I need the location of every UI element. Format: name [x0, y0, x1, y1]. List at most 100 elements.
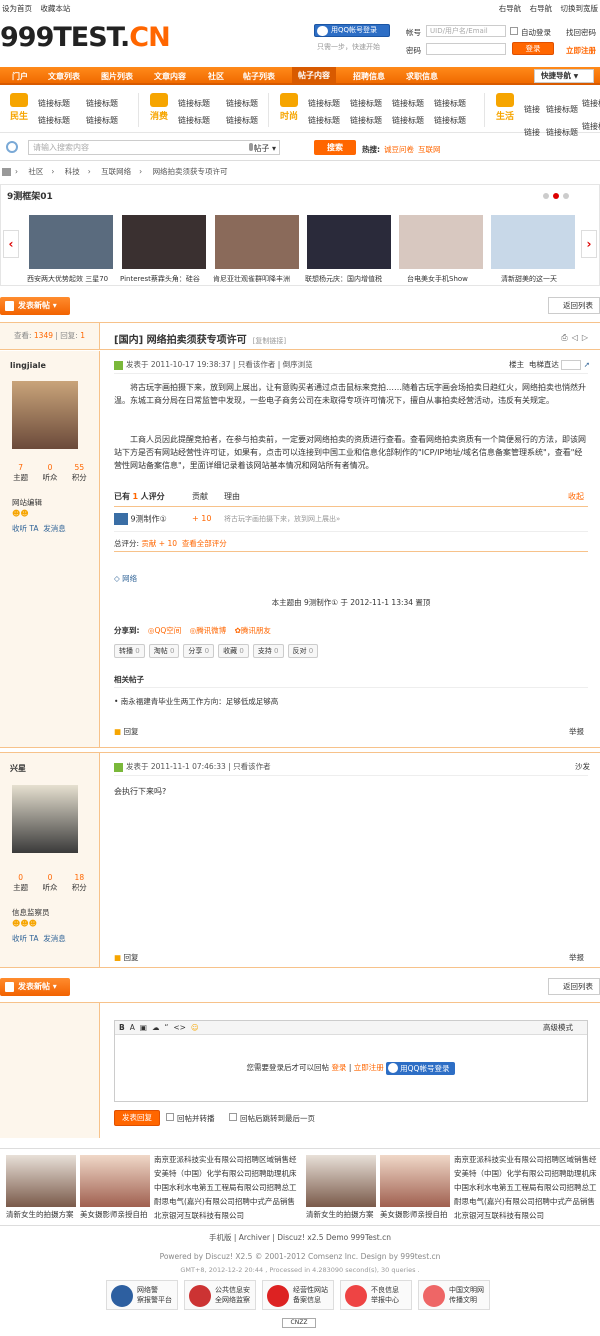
category-link[interactable]: 链接 — [524, 101, 546, 118]
login-link[interactable]: 登录 — [331, 1063, 346, 1072]
message-link[interactable]: 发消息 — [43, 524, 66, 533]
collect-thread-button[interactable]: 淘帖 0 — [148, 644, 180, 658]
account-input[interactable]: UID/用户名/Email — [426, 25, 506, 37]
prev-thread-icon[interactable]: ◁ — [572, 333, 582, 342]
carousel-caption[interactable]: Pinterest蔡霖头角：硅谷 — [120, 274, 210, 284]
ad-text-links[interactable]: 南京亚派科技实业有限公司招聘区域销售经安美特（中国）化学有限公司招聘助理机床中国… — [454, 1153, 600, 1225]
author-name[interactable]: 兴星 — [10, 763, 26, 774]
rater-avatar[interactable] — [114, 513, 128, 525]
category-link[interactable]: 链接标题 — [226, 112, 274, 129]
category-link[interactable]: 链接标题 — [308, 112, 350, 129]
carousel-dot-active[interactable] — [553, 193, 559, 199]
link-tool[interactable]: ☁ — [152, 1023, 160, 1032]
category-link[interactable]: 链接标题 — [38, 112, 86, 129]
carousel-caption[interactable]: 西安两大优势起效 三星70 — [27, 274, 117, 284]
category-link[interactable]: 链接标题 — [350, 95, 392, 112]
submit-reply-button[interactable]: 发表回复 — [114, 1110, 160, 1126]
search-button[interactable]: 搜索 — [314, 140, 356, 155]
civilization-badge[interactable]: 中国文明网 传播文明 — [418, 1280, 490, 1310]
avatar[interactable] — [12, 381, 78, 449]
view-all-ratings-link[interactable]: 查看全部评分 — [182, 539, 227, 548]
carousel-dot[interactable] — [563, 193, 569, 199]
next-thread-icon[interactable]: ▷ — [582, 333, 592, 342]
code-tool[interactable]: <> — [173, 1023, 186, 1032]
ad-image[interactable] — [306, 1155, 376, 1207]
password-input[interactable] — [426, 43, 506, 55]
category-link[interactable]: 链接标题 — [392, 112, 434, 129]
category-link[interactable]: 链接标题 — [582, 118, 600, 135]
ad-caption[interactable]: 清新女生的拍摄方案 — [306, 1209, 374, 1220]
rater-name[interactable]: 9测制作① — [131, 515, 167, 524]
search-input[interactable]: 请输入搜索内容 帖子 ▾ — [28, 140, 280, 155]
copy-link[interactable]: [复制链接] — [253, 337, 286, 345]
tag[interactable]: ◇ 网络 — [114, 572, 588, 585]
category-link[interactable]: 链接标题 — [434, 112, 476, 129]
avatar[interactable] — [12, 785, 78, 853]
follow-link[interactable]: 收听 TA — [12, 934, 39, 943]
advanced-mode-link[interactable]: 高级模式 — [543, 1021, 573, 1035]
carousel-thumb[interactable] — [215, 215, 299, 271]
carousel-prev-arrow[interactable]: ‹ — [3, 230, 19, 258]
nav-item-article-list[interactable]: 文章列表 — [48, 71, 80, 82]
footer-links[interactable]: 手机版 | Archiver | Discuz! x2.5 Demo 999Te… — [0, 1232, 600, 1243]
carousel-thumb[interactable] — [307, 215, 391, 271]
smiley-tool[interactable]: ☺ — [191, 1023, 199, 1032]
message-link[interactable]: 发消息 — [43, 934, 66, 943]
category-link[interactable]: 链接标题 — [350, 112, 392, 129]
quick-nav-dropdown[interactable]: 快捷导航 ▼ — [534, 69, 594, 83]
nav-item-thread-list[interactable]: 帖子列表 — [243, 71, 275, 82]
share-tencent-weibo-link[interactable]: ◎腾讯微博 — [190, 626, 227, 635]
nav-item-thread-content[interactable]: 帖子内容 — [292, 67, 336, 85]
nav-item-job-seeking[interactable]: 求职信息 — [406, 71, 438, 82]
category-link[interactable]: 链接标题 — [86, 95, 134, 112]
icp-badge[interactable]: 经营性网站 备案信息 — [262, 1280, 334, 1310]
image-tool[interactable]: ▣ — [140, 1023, 147, 1032]
elevator-input[interactable] — [561, 360, 582, 370]
category-link[interactable]: 链接标题 — [582, 95, 600, 112]
reply-link[interactable]: ■ 回复 — [114, 952, 138, 963]
category-link[interactable]: 链接标题 — [308, 95, 350, 112]
ad-image[interactable] — [380, 1155, 450, 1207]
carousel-dot[interactable] — [543, 193, 549, 199]
nav-item-article-content[interactable]: 文章内容 — [154, 71, 186, 82]
new-post-button[interactable]: 发表新帖 ▾ — [0, 978, 70, 996]
report-link[interactable]: 举报 — [569, 726, 584, 737]
hot-search-link[interactable]: 互联网 — [418, 145, 441, 154]
breadcrumb-item[interactable]: 互联网络 — [101, 167, 131, 176]
site-logo[interactable]: 999TEST.CN — [0, 22, 171, 53]
carousel-caption[interactable]: 肯尼亚壮观雀群叩降丰洲 — [213, 274, 303, 284]
oppose-button[interactable]: 反对 0 — [287, 644, 319, 658]
qq-login-button[interactable]: 用QQ帐号登录 — [314, 24, 390, 37]
share-qzone-link[interactable]: ◎QQ空间 — [148, 626, 181, 635]
category-link[interactable]: 链接标题 — [392, 95, 434, 112]
category-link[interactable]: 链接标题 — [546, 101, 582, 118]
login-button[interactable]: 登录 — [512, 42, 554, 55]
category-link[interactable]: 链接标题 — [434, 95, 476, 112]
right-nav-link[interactable]: 右导航 — [499, 4, 522, 13]
register-link[interactable]: 立即注册 — [566, 45, 596, 56]
ad-image[interactable] — [80, 1155, 150, 1207]
favorite-button[interactable]: 收藏 0 — [218, 644, 249, 658]
breadcrumb-item[interactable]: 科技 — [65, 167, 80, 176]
wide-mode-link[interactable]: 切换到宽版 — [561, 4, 599, 13]
ad-caption[interactable]: 美女摄影师亲授自拍 — [80, 1209, 148, 1220]
police-badge[interactable]: 网络警 察报警平台 — [106, 1280, 178, 1310]
qq-login-button[interactable]: 用QQ帐号登录 — [386, 1061, 456, 1075]
carousel-caption[interactable]: 台电美女手机Show — [407, 274, 497, 284]
category-link[interactable]: 链接标题 — [38, 95, 86, 112]
category-link[interactable]: 链接标题 — [226, 95, 274, 112]
home-icon[interactable] — [2, 168, 11, 176]
ad-image[interactable] — [6, 1155, 76, 1207]
reply-link[interactable]: ■ 回复 — [114, 726, 138, 737]
go-icon[interactable]: ➚ — [584, 360, 590, 369]
carousel-caption[interactable]: 清新甜美的这一天 — [501, 274, 591, 284]
jump-last-checkbox[interactable] — [229, 1113, 237, 1121]
repost-checkbox[interactable] — [166, 1113, 174, 1121]
share-tencent-friends-link[interactable]: ✿腾讯朋友 — [235, 626, 271, 635]
hot-search-link[interactable]: 诚豆问卷 — [384, 145, 414, 154]
ad-caption[interactable]: 清新女生的拍摄方案 — [6, 1209, 74, 1220]
carousel-caption[interactable]: 联想杨元庆：国内增值税 — [305, 274, 395, 284]
microphone-icon[interactable] — [249, 143, 253, 151]
nav-item-portal[interactable]: 门户 — [12, 71, 28, 82]
carousel-thumb[interactable] — [399, 215, 483, 271]
